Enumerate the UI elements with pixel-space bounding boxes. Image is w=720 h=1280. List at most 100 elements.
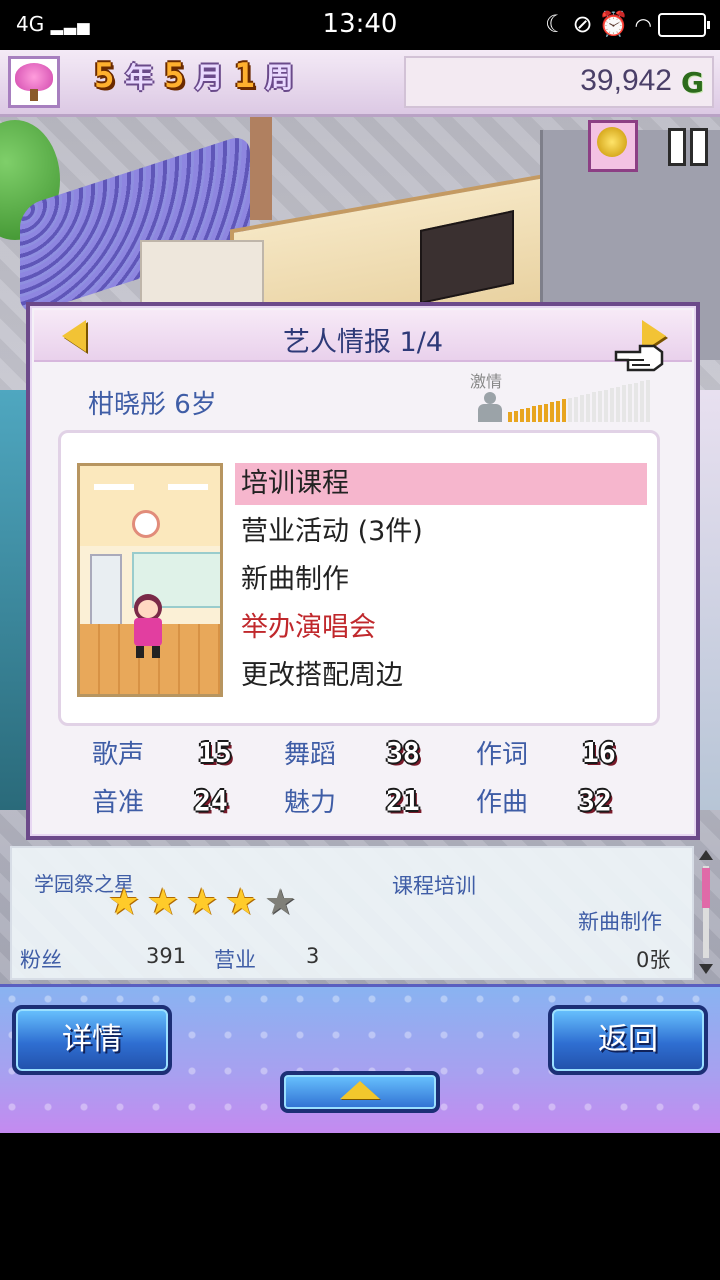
expand-up-button[interactable] [280, 1071, 440, 1113]
stat-value-charm: 21 [386, 784, 420, 817]
up-arrow-icon [340, 1081, 380, 1099]
passion-bar [556, 400, 560, 422]
idol-outfit [134, 618, 162, 646]
clock-icon [132, 510, 160, 538]
star-filled-icon: ★ [186, 882, 219, 923]
menu-hold-concert[interactable]: 举办演唱会 [235, 607, 647, 649]
battery-icon [658, 13, 710, 37]
passion-bar [598, 391, 602, 422]
menu-training-course[interactable]: 培训课程 [235, 463, 647, 505]
records-value: 0张 [636, 948, 671, 972]
passion-bar [538, 405, 542, 422]
dialog-title: 艺人情报 1/4 [282, 327, 444, 358]
currency-symbol: G [681, 66, 704, 99]
stat-value-lyrics: 16 [582, 736, 616, 769]
scroll-down-icon[interactable] [699, 964, 713, 974]
passion-bar [580, 395, 584, 422]
alarm-icon: ⏰ [598, 10, 635, 38]
ceiling-light [94, 484, 134, 490]
business-label: 营业 [214, 948, 256, 972]
stat-value-vocal: 15 [198, 736, 232, 769]
pause-icon[interactable] [664, 128, 708, 166]
back-button[interactable]: 返回 [548, 1005, 708, 1075]
menu-new-song[interactable]: 新曲制作 [235, 559, 647, 601]
stat-value-compose: 32 [578, 784, 612, 817]
money-value: 39,942 [580, 64, 672, 97]
cherry-tree-icon[interactable] [8, 56, 60, 108]
left-building-decoration [0, 390, 26, 810]
fans-label: 粉丝 [20, 948, 62, 972]
date-display: 5 年 5 月 1 周 [94, 56, 294, 96]
idol-leg [136, 646, 144, 658]
current-task: 课程培训 [392, 874, 476, 898]
month-number: 5 [164, 56, 185, 96]
artist-info-dialog: 艺人情报 1/4 柑晓彤 6岁 激情 培训课程 营业活动 (3件) 新曲制作 举… [26, 302, 700, 840]
passion-bar [640, 381, 644, 422]
passion-bar [646, 379, 650, 422]
stat-value-pitch: 24 [194, 784, 228, 817]
stat-label-compose: 作曲 [476, 788, 529, 818]
wall-decoration [140, 240, 264, 304]
passion-bar [634, 382, 638, 422]
passion-bar [526, 407, 530, 422]
stat-label-vocal: 歌声 [92, 740, 145, 770]
stat-label-charm: 魅力 [284, 788, 337, 818]
star-filled-icon: ★ [108, 882, 141, 923]
scroll-up-icon[interactable] [699, 850, 713, 860]
top-hud: 5 年 5 月 1 周 39,942 G [0, 50, 720, 117]
passion-bar [586, 393, 590, 422]
bottom-bar: 详情 返回 [0, 984, 720, 1133]
stat-label-dance: 舞蹈 [284, 740, 337, 770]
business-value: 3 [306, 944, 320, 968]
star-filled-icon: ★ [225, 882, 258, 923]
passion-bar [532, 406, 536, 422]
dialog-titlebar: 艺人情报 1/4 [34, 310, 692, 362]
stat-value-dance: 38 [386, 736, 420, 769]
passion-bar [568, 398, 572, 422]
passion-bar [574, 396, 578, 422]
music-gramophone-icon[interactable] [588, 120, 638, 172]
passion-bar [520, 409, 524, 422]
passion-bar [616, 386, 620, 422]
tree-trunk-decoration [250, 110, 272, 220]
mute-icon: ⊘ [572, 10, 599, 38]
passion-bar [508, 412, 512, 422]
action-panel: 培训课程 营业活动 (3件) 新曲制作 举办演唱会 更改搭配周边 [58, 430, 660, 726]
passion-meter [508, 376, 658, 422]
info-scrollbar[interactable] [698, 850, 714, 974]
ceiling-light [168, 484, 208, 490]
week-unit: 周 [265, 61, 294, 94]
passion-bar [562, 399, 566, 422]
passion-bar [622, 385, 626, 422]
door-decoration [90, 554, 122, 628]
passion-bar [592, 392, 596, 422]
menu-change-outfit[interactable]: 更改搭配周边 [235, 655, 647, 697]
year-unit: 年 [125, 61, 154, 94]
person-icon [478, 392, 502, 422]
passion-bar [514, 410, 518, 422]
idol-leg [152, 646, 160, 658]
details-button[interactable]: 详情 [12, 1005, 172, 1075]
passion-bar [604, 389, 608, 422]
menu-business-activity[interactable]: 营业活动 (3件) [235, 511, 647, 553]
star-empty-icon: ★ [264, 882, 297, 923]
status-bar: 4G ▂▃▅ 13:40 ☾⊘⏰◠ [0, 0, 720, 50]
artist-name: 柑晓彤 6岁 [88, 390, 217, 420]
passion-label: 激情 [470, 372, 503, 391]
star-filled-icon: ★ [147, 882, 180, 923]
artist-status-panel: 学园祭之星 课程培训 新曲制作 粉丝 391 营业 3 0张 ★ ★ ★ ★ ★ [10, 846, 694, 980]
passion-bar [628, 384, 632, 422]
idol-face [138, 600, 158, 618]
year-number: 5 [94, 56, 115, 96]
fans-value: 391 [146, 944, 187, 968]
passion-bar [544, 403, 548, 422]
passion-bar [610, 388, 614, 422]
artist-portrait [77, 463, 223, 697]
moon-icon: ☾ [545, 10, 573, 38]
week-number: 1 [234, 56, 255, 96]
next-task: 新曲制作 [578, 910, 662, 934]
stat-label-lyrics: 作词 [476, 740, 529, 770]
status-icons: ☾⊘⏰◠ [545, 10, 710, 38]
money-display: 39,942 G [404, 56, 714, 108]
pointing-hand-icon [614, 344, 664, 372]
